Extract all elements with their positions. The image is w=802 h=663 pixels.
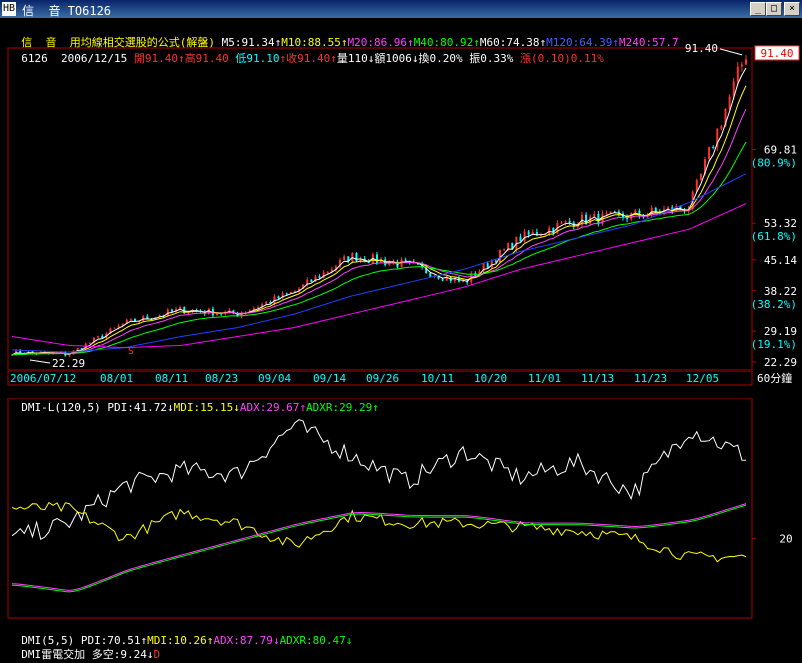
price-axis-label: 29.19 <box>764 325 797 338</box>
dmi-level-label: 20 <box>779 532 792 545</box>
thunder-footer: DMI雷電交加 多空:9.24↓D <box>0 631 160 661</box>
candle-body <box>654 207 657 212</box>
price-frame <box>7 47 753 371</box>
candle-body <box>560 222 563 224</box>
price-axis-label: 53.32 <box>764 217 797 230</box>
candle-body <box>527 231 530 235</box>
price-axis-label: 22.29 <box>764 356 797 369</box>
date-label: 11/13 <box>581 372 614 385</box>
candle-body <box>404 259 407 261</box>
candle-body <box>720 126 723 129</box>
candle-body <box>318 276 321 279</box>
adxr-line <box>11 504 747 593</box>
maximize-button[interactable]: □ <box>766 2 782 16</box>
price-axis-label: 38.22 <box>764 285 797 298</box>
candle-body <box>343 256 346 260</box>
date-label: 12/05 <box>686 372 719 385</box>
low-price-leader <box>29 359 51 364</box>
dmi-frame <box>7 398 753 619</box>
candle-body <box>736 66 739 82</box>
date-label: 11/01 <box>528 372 561 385</box>
high-price-leader <box>719 48 743 56</box>
candle-body <box>113 327 116 329</box>
price-axis-label: 45.14 <box>764 254 797 267</box>
candle-body <box>441 278 444 281</box>
candle-body <box>712 147 715 149</box>
date-label: 10/20 <box>474 372 507 385</box>
candle-body <box>429 273 432 277</box>
candle-body <box>117 325 120 328</box>
candle-body <box>486 263 489 268</box>
candle-body <box>593 214 596 217</box>
window-title: 信 音 TO6126 <box>22 4 112 18</box>
window-title-bar[interactable]: HB 信 音 TO6126 _ □ × <box>0 0 802 18</box>
candle-body <box>548 228 551 234</box>
candle-body <box>498 249 501 263</box>
candle-body <box>277 296 280 299</box>
price-axis-pct: (38.2%) <box>751 298 797 311</box>
dmi5-adx: ADX:87.79 <box>213 634 273 647</box>
candle-body <box>375 254 378 263</box>
candle-body <box>129 318 132 320</box>
close-button[interactable]: × <box>784 2 800 16</box>
candle-body <box>88 342 91 344</box>
dmi-chart[interactable]: 20 <box>0 398 802 620</box>
candle-body <box>507 243 510 250</box>
candle-body <box>630 213 633 220</box>
current-price-label: 91.40 <box>760 47 793 60</box>
low-price-label: 22.29 <box>52 357 85 370</box>
candle-body <box>503 249 506 251</box>
candle-body <box>462 280 465 282</box>
ma20-line <box>11 108 747 356</box>
candle-body <box>568 221 571 223</box>
candle-body <box>285 293 288 295</box>
price-axis-pct: (80.9%) <box>751 156 797 169</box>
candle-body <box>708 147 711 160</box>
sell-marker: S <box>128 346 134 357</box>
date-label: 10/11 <box>421 372 454 385</box>
candles <box>11 55 747 358</box>
candle-body <box>310 279 313 282</box>
app-icon: HB <box>2 2 16 16</box>
candle-body <box>490 260 493 268</box>
arrow-down-icon: ↓ <box>272 634 280 647</box>
candle-body <box>355 252 358 262</box>
arrow-down-icon: ↓ <box>345 634 353 647</box>
candle-body <box>605 213 608 215</box>
candle-body <box>745 59 747 65</box>
date-label: 11/23 <box>634 372 667 385</box>
price-axis-pct: (19.1%) <box>751 338 797 351</box>
ma40-line <box>11 141 747 356</box>
candle-body <box>326 271 329 273</box>
pdi-line <box>11 419 747 541</box>
candle-body <box>166 309 169 316</box>
candle-body <box>728 96 731 109</box>
candle-body <box>170 309 173 312</box>
candle-body <box>699 173 702 181</box>
mdi-line <box>11 501 747 563</box>
candle-body <box>523 231 526 242</box>
price-axis-label: 69.81 <box>764 143 797 156</box>
price-axis-pct: (61.8%) <box>751 230 797 243</box>
candle-body <box>265 301 268 305</box>
dmi5-adxr: ADXR:80.47 <box>279 634 346 647</box>
period-label: 60分鐘 <box>757 371 792 385</box>
candle-body <box>273 296 276 304</box>
candle-body <box>97 336 100 338</box>
high-price-label: 91.40 <box>685 44 718 55</box>
ma-header: 信 音 用均線相交選股的公式(解盤) M5:91.34↑M10:88.55↑M2… <box>0 19 678 49</box>
candle-body <box>740 64 743 67</box>
minimize-button[interactable]: _ <box>750 2 766 16</box>
candle-body <box>564 221 567 223</box>
price-chart[interactable]: 69.81(80.9%) 53.32(61.8%) 45.14 38.22(38.2%… <box>0 44 802 374</box>
candle-body <box>519 236 522 242</box>
ma10-line <box>11 85 747 356</box>
candle-body <box>216 313 219 316</box>
